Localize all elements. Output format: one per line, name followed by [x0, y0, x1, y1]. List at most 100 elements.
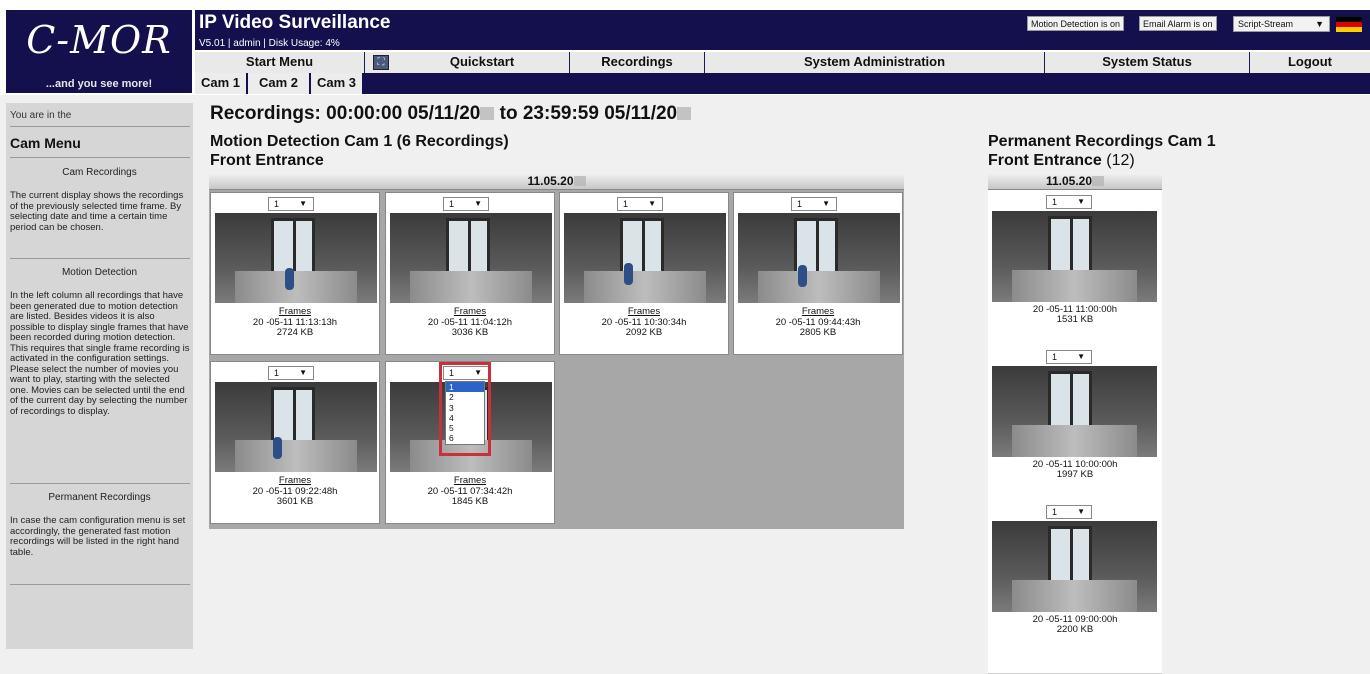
play-count-select[interactable]: 1 ▼: [617, 197, 663, 211]
scene-person: [624, 263, 633, 285]
permanent-recording-tile[interactable]: 1 ▼ 20 -05-11 10:00:00h 1997 KB: [988, 346, 1162, 519]
chevron-down-icon: ▼: [1077, 352, 1085, 361]
recording-tile[interactable]: 1 ▼ Frames 20 -05-11 10:30:34h 2092 KB: [559, 192, 729, 355]
play-count-select[interactable]: 1 ▼: [443, 197, 489, 211]
motion-detection-badge[interactable]: Motion Detection is on: [1027, 16, 1125, 31]
scene-floor: [1012, 425, 1137, 457]
recording-size: 3601 KB: [276, 496, 314, 507]
sidebar-menu-title: Cam Menu: [10, 135, 81, 151]
app-subtitle: V5.01 | admin | Disk Usage: 4%: [199, 38, 340, 49]
section-text-permanent-recordings: In case the cam configuration menu is se…: [10, 515, 186, 558]
scene-floor: [1012, 580, 1137, 612]
sidebar-location-label: You are in the: [10, 110, 72, 121]
scene-person: [285, 268, 294, 290]
stream-select[interactable]: Script-Stream ▼: [1233, 16, 1330, 32]
divider: [10, 483, 190, 484]
tab-cam-1[interactable]: Cam 1: [195, 73, 247, 94]
permanent-location: Front Entrance: [988, 152, 1102, 169]
recording-tile[interactable]: 1 ▼ Frames 20 -05-11 11:04:12h 3036 KB: [385, 192, 555, 355]
scene-door: [446, 218, 490, 276]
recording-thumbnail[interactable]: [215, 213, 377, 303]
recording-size: 2805 KB: [799, 327, 837, 338]
frames-link[interactable]: Frames: [211, 475, 379, 486]
dropdown-option[interactable]: 2: [446, 392, 484, 402]
email-alarm-badge[interactable]: Email Alarm is on: [1139, 16, 1217, 31]
frames-link[interactable]: Frames: [560, 306, 728, 317]
stream-select-value: Script-Stream: [1238, 19, 1294, 29]
nav-recordings[interactable]: Recordings: [570, 52, 705, 74]
scene-door: [271, 218, 315, 276]
chevron-down-icon: ▼: [648, 199, 656, 208]
play-count-select[interactable]: 1 ▼: [268, 197, 314, 211]
dropdown-option[interactable]: 5: [446, 423, 484, 433]
recording-size: 1531 KB: [1056, 314, 1094, 325]
play-count-value: 1: [1052, 507, 1058, 517]
dropdown-option[interactable]: 1: [446, 382, 484, 393]
tab-cam-2[interactable]: Cam 2: [248, 73, 310, 94]
scene-floor: [235, 271, 357, 303]
play-count-select[interactable]: 1 ▼: [791, 197, 837, 211]
frames-link[interactable]: Frames: [211, 306, 379, 317]
top-bar: IP Video Surveillance V5.01 | admin | Di…: [195, 10, 1370, 50]
play-count-value: 1: [623, 199, 629, 209]
redacted-mark: [1092, 176, 1105, 186]
scene-door: [1048, 526, 1092, 584]
page-title: Recordings: 00:00:00 05/11/20 to 23:59:5…: [210, 103, 692, 125]
play-count-value: 1: [274, 368, 280, 378]
nav-logout[interactable]: Logout: [1250, 52, 1370, 74]
german-flag-icon[interactable]: [1336, 17, 1362, 32]
recording-tile[interactable]: 1 ▼ Frames 20 -05-11 09:22:48h 3601 KB: [210, 361, 380, 524]
frames-link[interactable]: Frames: [734, 306, 902, 317]
fullscreen-icon[interactable]: ⛶: [373, 55, 389, 70]
recording-size: 2724 KB: [276, 327, 314, 338]
nav-start-menu[interactable]: Start Menu: [195, 52, 365, 74]
divider: [10, 157, 190, 158]
scene-floor: [584, 271, 706, 303]
recording-thumbnail[interactable]: [992, 521, 1157, 612]
recording-thumbnail[interactable]: [738, 213, 900, 303]
motion-section-title: Motion Detection Cam 1 (6 Recordings): [210, 133, 509, 150]
section-heading-motion-detection: Motion Detection: [61, 267, 138, 278]
dropdown-option[interactable]: 6: [446, 433, 484, 443]
scene-door: [1048, 371, 1092, 429]
scene-person: [798, 265, 807, 287]
nav-system-status[interactable]: System Status: [1045, 52, 1250, 74]
section-heading-permanent-recordings: Permanent Recordings: [48, 492, 151, 503]
logo[interactable]: C-MOR ...and you see more!: [6, 10, 192, 93]
recording-thumbnail[interactable]: [992, 366, 1157, 457]
nav-system-administration[interactable]: System Administration: [705, 52, 1045, 74]
redacted-mark: [573, 176, 586, 186]
play-count-select[interactable]: 1 ▼: [1046, 195, 1092, 209]
recording-size: 2092 KB: [625, 327, 663, 338]
permanent-recording-tile[interactable]: 1 ▼ 20 -05-11 09:00:00h 2200 KB: [988, 501, 1162, 674]
dropdown-option[interactable]: 3: [446, 403, 484, 413]
play-count-select[interactable]: 1 ▼: [1046, 350, 1092, 364]
play-count-select[interactable]: 1 ▼: [1046, 505, 1092, 519]
permanent-recording-tile[interactable]: 1 ▼ 20 -05-11 11:00:00h 1531 KB: [988, 191, 1162, 364]
frames-link[interactable]: Frames: [386, 306, 554, 317]
play-count-value: 1: [274, 199, 280, 209]
dropdown-option[interactable]: 4: [446, 413, 484, 423]
play-count-select[interactable]: 1 ▼: [268, 366, 314, 380]
recording-thumbnail[interactable]: [564, 213, 726, 303]
nav-quickstart[interactable]: Quickstart: [395, 52, 570, 74]
header: C-MOR ...and you see more! IP Video Surv…: [0, 0, 1370, 95]
section-text-cam-recordings: The current display shows the recordings…: [10, 190, 184, 233]
recording-tile[interactable]: 1 ▼ Frames 20 -05-11 09:44:43h 2805 KB: [733, 192, 903, 355]
motion-section-subtitle: Front Entrance: [210, 152, 324, 169]
recording-thumbnail[interactable]: [992, 211, 1157, 302]
frames-link[interactable]: Frames: [386, 475, 554, 486]
sidebar: You are in the Cam Menu Cam Recordings T…: [6, 103, 193, 649]
main-nav: Start Menu ⛶ Quickstart Recordings Syste…: [195, 51, 1370, 74]
page-title-end: to 23:59:59 05/11/20: [494, 103, 678, 124]
recording-tile[interactable]: 1 ▼ Frames 20 -05-11 11:13:13h 2724 KB: [210, 192, 380, 355]
play-count-value: 1: [449, 199, 455, 209]
scene-floor: [235, 440, 357, 472]
date-header: 11.05.20: [209, 173, 904, 190]
play-count-value: 1: [797, 199, 803, 209]
page-title-start: Recordings: 00:00:00 05/11/20: [210, 103, 481, 124]
recording-thumbnail[interactable]: [390, 213, 552, 303]
logo-text: C-MOR: [26, 18, 172, 62]
recording-thumbnail[interactable]: [215, 382, 377, 472]
tab-cam-3[interactable]: Cam 3: [311, 73, 363, 94]
